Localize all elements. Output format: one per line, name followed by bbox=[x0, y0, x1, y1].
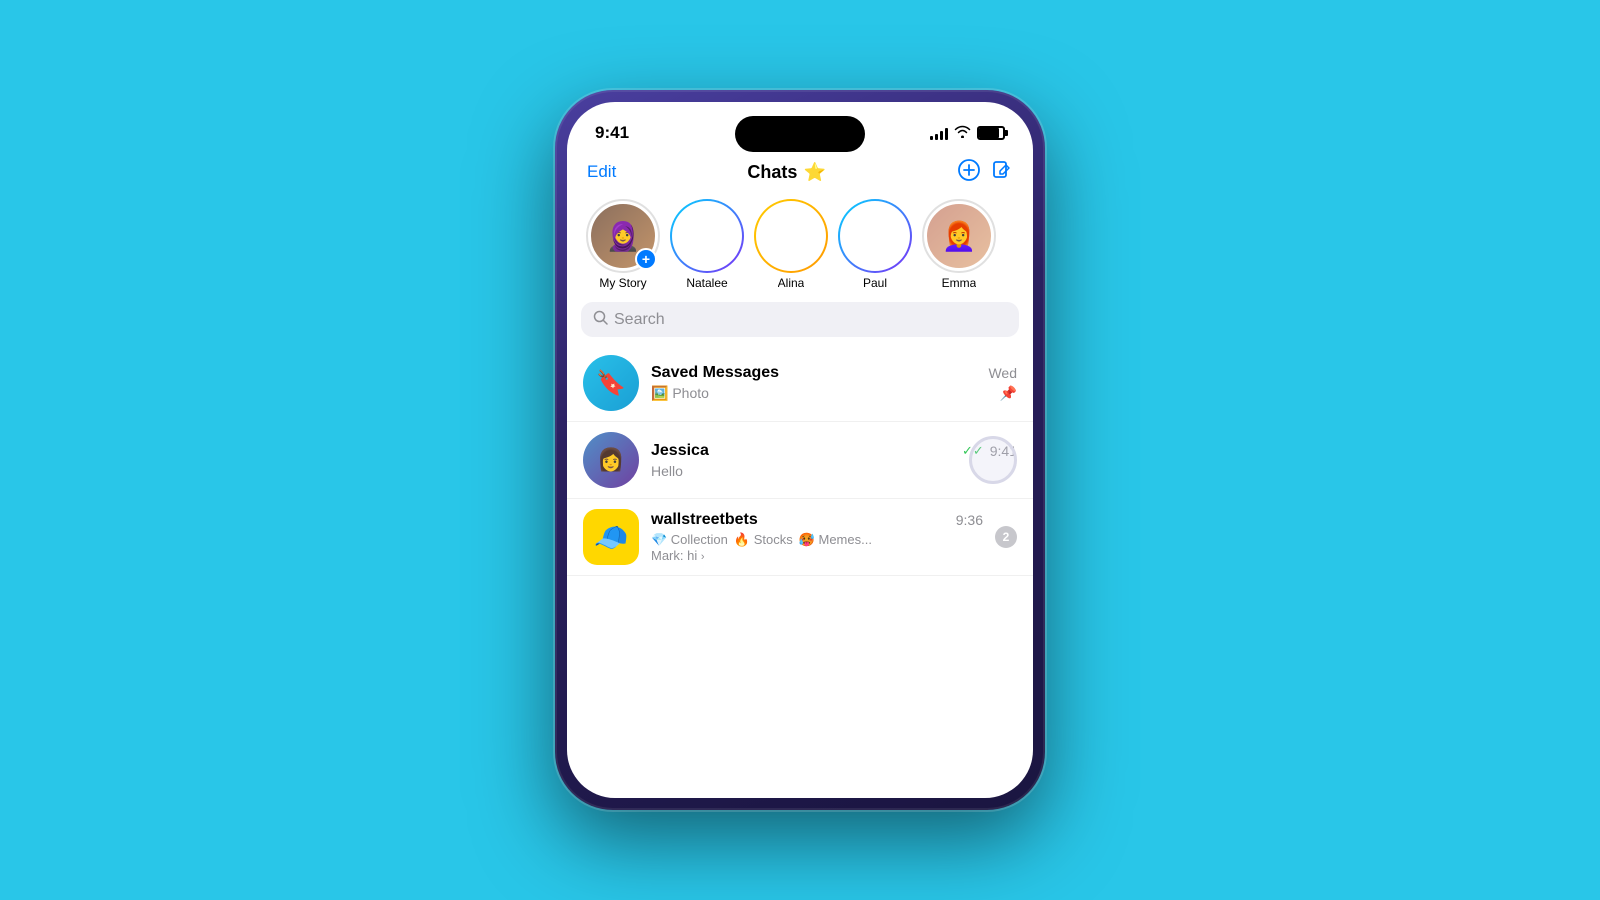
chat-avatar-saved: 🔖 bbox=[583, 355, 639, 411]
story-my-story[interactable]: 🧕 + My Story bbox=[587, 202, 659, 290]
story-ring-emma bbox=[922, 199, 996, 273]
unread-badge-wallstreet: 2 bbox=[995, 526, 1017, 548]
chat-avatar-wallstreet: 🧢 bbox=[583, 509, 639, 565]
search-icon bbox=[593, 310, 608, 329]
chat-name-wallstreet: wallstreetbets bbox=[651, 511, 758, 529]
header: Edit Chats ⭐ bbox=[567, 154, 1033, 198]
header-actions bbox=[957, 158, 1013, 186]
story-ring-alina bbox=[754, 199, 828, 273]
story-name-alina: Alina bbox=[778, 276, 805, 290]
bookmark-icon: 🔖 bbox=[596, 369, 626, 398]
tag-memes: 🥵 Memes... bbox=[799, 532, 872, 548]
story-name-natalee: Natalee bbox=[686, 276, 727, 290]
chat-content-jessica: Jessica ✓✓ 9:41 Hello bbox=[651, 442, 1017, 479]
phone-wrapper: 9:41 bbox=[555, 90, 1045, 810]
story-name-emma: Emma bbox=[942, 276, 977, 290]
chat-time-saved: Wed bbox=[988, 365, 1017, 381]
chat-content-saved: Saved Messages Wed 🖼️ Photo 📌 bbox=[651, 364, 1017, 402]
chat-preview-row-saved: 🖼️ Photo 📌 bbox=[651, 385, 1017, 402]
chat-top-row-wallstreet: wallstreetbets 9:36 bbox=[651, 511, 983, 529]
chevron-icon: › bbox=[701, 551, 705, 563]
battery-icon bbox=[977, 126, 1005, 140]
story-natalee[interactable]: 👱‍♀️ Natalee bbox=[671, 202, 743, 290]
story-ring-natalee bbox=[670, 199, 744, 273]
chat-preview-jessica: Hello bbox=[651, 463, 1017, 479]
signal-icon bbox=[930, 126, 948, 140]
story-avatar-wrapper-my-story: 🧕 + bbox=[589, 202, 657, 270]
chat-list: 🔖 Saved Messages Wed 🖼️ Photo 📌 bbox=[567, 345, 1033, 576]
chats-title: Chats bbox=[747, 162, 797, 183]
pin-icon: 📌 bbox=[1000, 385, 1017, 402]
tag-collection: 💎 Collection bbox=[651, 532, 728, 548]
chat-mark-row: Mark: hi › bbox=[651, 548, 983, 563]
stories-section: 🧕 + My Story 👱‍♀️ Natalee bbox=[567, 198, 1033, 302]
wifi-icon bbox=[954, 125, 971, 141]
chat-item-jessica[interactable]: 👩 Jessica ✓✓ 9:41 Hello bbox=[567, 422, 1033, 499]
search-placeholder: Search bbox=[614, 311, 665, 329]
story-alina[interactable]: 👩 Alina bbox=[755, 202, 827, 290]
story-plus-badge: + bbox=[635, 248, 657, 270]
compose-button[interactable] bbox=[991, 159, 1013, 185]
chat-top-row-jessica: Jessica ✓✓ 9:41 bbox=[651, 442, 1017, 460]
chat-name-jessica: Jessica bbox=[651, 442, 709, 460]
story-emma[interactable]: 👩‍🦰 Emma bbox=[923, 202, 995, 290]
chat-preview-row-jessica: Hello bbox=[651, 463, 1017, 479]
dynamic-island bbox=[735, 116, 865, 152]
story-avatar-wrapper-emma: 👩‍🦰 bbox=[925, 202, 993, 270]
chat-time-wallstreet: 9:36 bbox=[956, 512, 983, 528]
loading-indicator bbox=[969, 436, 1017, 484]
star-icon[interactable]: ⭐ bbox=[803, 162, 825, 183]
story-paul[interactable]: 🧑‍🦱 Paul bbox=[839, 202, 911, 290]
header-title: Chats ⭐ bbox=[747, 162, 825, 183]
story-ring-paul bbox=[838, 199, 912, 273]
add-story-button[interactable] bbox=[957, 158, 981, 186]
story-avatar-wrapper-natalee: 👱‍♀️ bbox=[673, 202, 741, 270]
story-name-my-story: My Story bbox=[599, 276, 646, 290]
phone-screen: 9:41 bbox=[567, 102, 1033, 798]
phone-frame: 9:41 bbox=[555, 90, 1045, 810]
story-avatar-wrapper-paul: 🧑‍🦱 bbox=[841, 202, 909, 270]
status-time: 9:41 bbox=[595, 123, 629, 143]
story-avatar-wrapper-alina: 👩 bbox=[757, 202, 825, 270]
tag-stocks: 🔥 Stocks bbox=[734, 532, 793, 548]
search-bar[interactable]: Search bbox=[581, 302, 1019, 337]
edit-button[interactable]: Edit bbox=[587, 162, 616, 182]
chat-avatar-jessica: 👩 bbox=[583, 432, 639, 488]
chat-name-saved: Saved Messages bbox=[651, 364, 779, 382]
chat-item-wallstreet[interactable]: 🧢 wallstreetbets 9:36 💎 Collection 🔥 Sto… bbox=[567, 499, 1033, 576]
chat-tags-wallstreet: 💎 Collection 🔥 Stocks 🥵 Memes... bbox=[651, 532, 983, 548]
photo-emoji: 🖼️ bbox=[651, 385, 668, 401]
chat-content-wallstreet: wallstreetbets 9:36 💎 Collection 🔥 Stock… bbox=[651, 511, 983, 563]
chat-preview-saved: 🖼️ Photo bbox=[651, 385, 996, 402]
chat-top-row-saved: Saved Messages Wed bbox=[651, 364, 1017, 382]
status-icons bbox=[930, 125, 1005, 141]
story-name-paul: Paul bbox=[863, 276, 887, 290]
chat-item-saved[interactable]: 🔖 Saved Messages Wed 🖼️ Photo 📌 bbox=[567, 345, 1033, 422]
